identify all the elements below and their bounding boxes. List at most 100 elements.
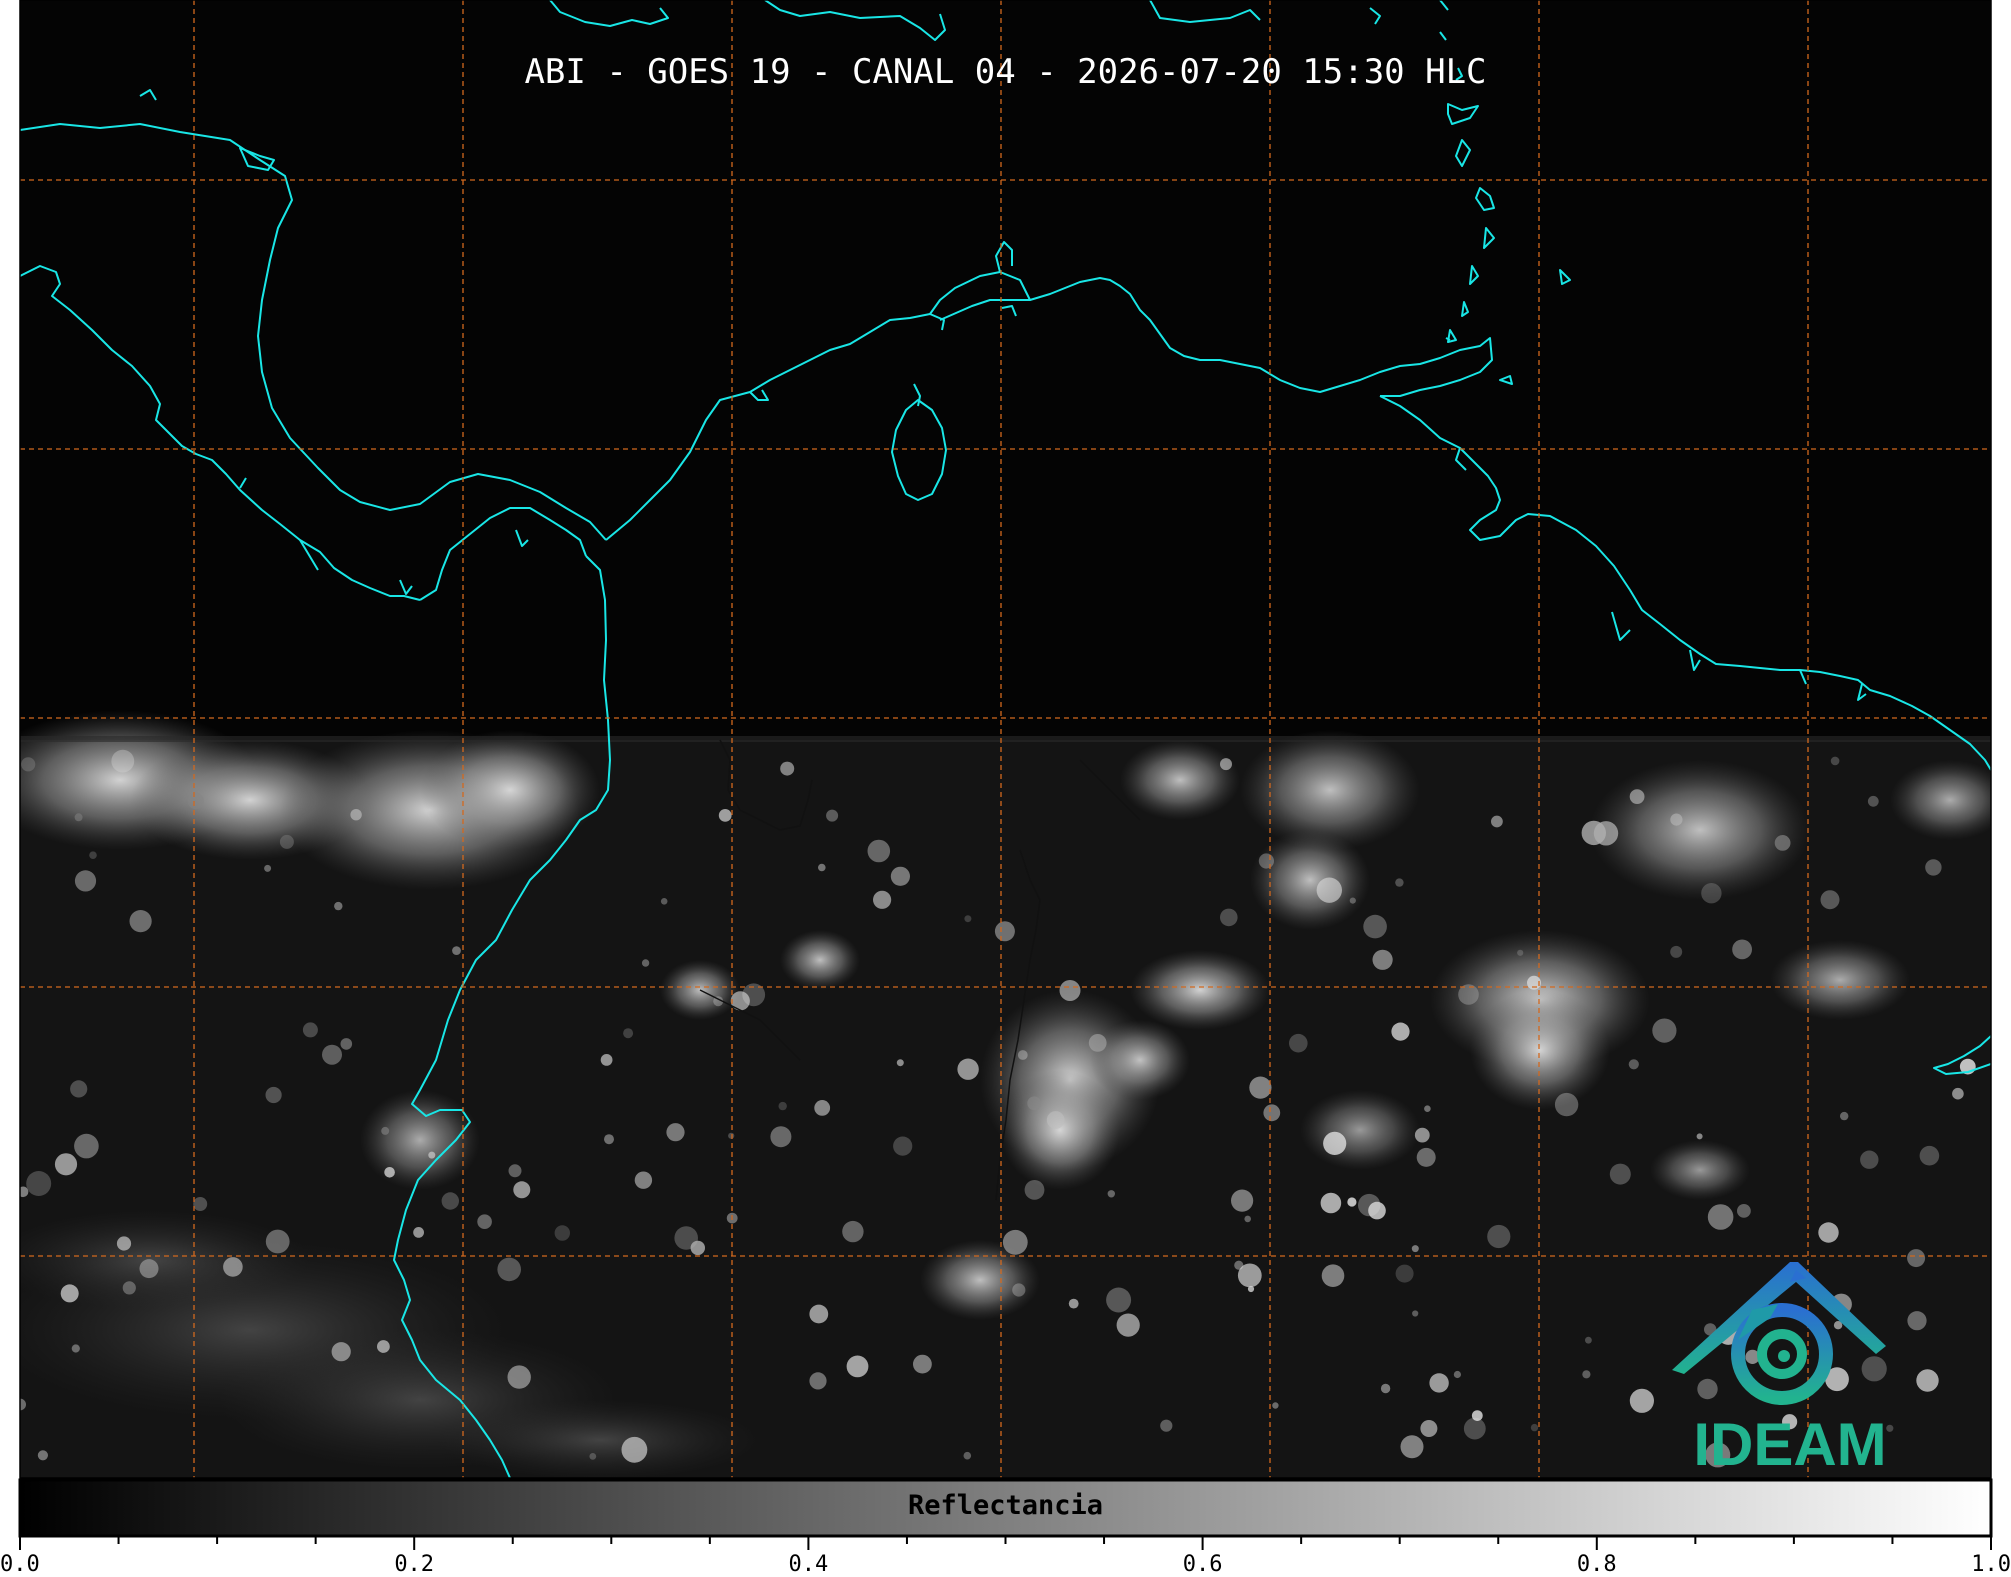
cloud-cell	[452, 946, 461, 955]
cloud-cell	[1697, 1378, 1718, 1400]
cloud-cell	[1453, 1370, 1461, 1379]
cloud-cell	[873, 890, 892, 909]
cloud-cell	[340, 1038, 353, 1050]
figure-title: ABI - GOES 19 - CANAL 04 - 2026-07-20 15…	[524, 52, 1487, 92]
cloud-cell	[718, 809, 732, 822]
cloud-cell	[1420, 1420, 1438, 1437]
cloud-cell	[1347, 1197, 1357, 1207]
cloud-cell	[1363, 914, 1387, 939]
cloud-cell	[1316, 877, 1343, 903]
cloud-cell	[1247, 1285, 1255, 1293]
cloud-cell	[111, 749, 135, 773]
cloud-cell	[1380, 1383, 1391, 1394]
cloud-cell	[413, 1227, 424, 1238]
cloud-cell	[867, 839, 891, 863]
cloud-cell	[1818, 1222, 1839, 1243]
cloud-patch	[420, 730, 600, 850]
cloud-cell	[621, 1436, 648, 1463]
cloud-cell	[1585, 1336, 1592, 1344]
cloud-cell	[1629, 789, 1645, 804]
cloud-cell	[1234, 1260, 1244, 1270]
cloud-cell	[122, 1281, 136, 1295]
cloud-cell	[381, 1126, 390, 1135]
cloud-cell	[1652, 1018, 1677, 1043]
cloud-cell	[1919, 1145, 1940, 1166]
cloud-cell	[1593, 821, 1619, 846]
cloud-cell	[842, 1220, 864, 1243]
cloud-cell	[1670, 945, 1683, 958]
cloud-cell	[690, 1240, 705, 1256]
cloud-cell	[1860, 1150, 1879, 1169]
cloud-cell	[1395, 878, 1404, 887]
cloud-cell	[264, 864, 272, 872]
cloud-cell	[1046, 1111, 1065, 1129]
colorbar-tick-label: 0.4	[788, 1552, 829, 1577]
cloud-cell	[1059, 980, 1081, 1001]
cloud-cell	[129, 910, 152, 933]
cloud-patch	[1130, 950, 1270, 1030]
cloud-cell	[193, 1197, 208, 1211]
cloud-cell	[1263, 1104, 1281, 1122]
cloud-cell	[265, 1229, 290, 1254]
cloud-cell	[1249, 1076, 1272, 1099]
cloud-cell	[1830, 756, 1840, 766]
cloud-patch	[780, 930, 860, 990]
cloud-patch	[1300, 1090, 1420, 1170]
colorbar-ticks	[19, 1536, 1992, 1550]
cloud-cell	[1017, 1050, 1028, 1060]
cloud-patch	[1590, 760, 1810, 900]
cloud-cell	[1582, 1370, 1591, 1379]
cloud-cell	[331, 1342, 351, 1362]
cloud-cell	[1916, 1369, 1939, 1392]
cloud-cell	[116, 1236, 132, 1251]
cloud-cell	[74, 870, 97, 892]
cloud-cell	[70, 1080, 88, 1098]
cloud-cell	[1395, 1264, 1414, 1283]
cloud-cell	[1840, 1111, 1849, 1121]
cloud-cell	[1107, 1190, 1116, 1198]
cloud-cell	[1701, 883, 1722, 904]
cloud-cell	[60, 1284, 79, 1303]
cloud-cell	[1220, 908, 1238, 927]
cloud-cell	[826, 809, 839, 822]
cloud-cell	[623, 1028, 634, 1039]
cloud-cell	[1323, 1131, 1347, 1155]
colorbar-tick-label: 1.0	[1971, 1552, 2011, 1577]
cloud-cell	[1391, 1022, 1410, 1041]
cloud-cell	[1487, 1224, 1511, 1249]
haze-patch	[440, 1400, 760, 1478]
cloud-cell	[1925, 859, 1942, 876]
cloud-cell	[1349, 897, 1356, 904]
cloud-cell	[1272, 1402, 1279, 1409]
colorbar-label: Reflectancia	[907, 1490, 1104, 1521]
cloud-cell	[554, 1225, 570, 1241]
cloud-cell	[139, 1259, 159, 1279]
cloud-cell	[384, 1167, 395, 1178]
cloud-cell	[896, 1059, 904, 1067]
cloud-cell	[814, 1100, 831, 1116]
cloud-cell	[497, 1257, 521, 1282]
cloud-patch	[1250, 830, 1370, 930]
cloud-cell	[1289, 1033, 1308, 1053]
cloud-cell	[54, 1153, 78, 1176]
cloud-cell	[1368, 1201, 1386, 1220]
cloud-cell	[350, 809, 362, 821]
cloud-cell	[1670, 813, 1683, 826]
cloud-cell	[809, 1372, 827, 1390]
cloud-cell	[1628, 1059, 1639, 1070]
cloud-cell	[1012, 1283, 1026, 1297]
cloud-cell	[1629, 1388, 1654, 1413]
cloud-cell	[74, 813, 83, 822]
satellite-figure: ABI - GOES 19 - CANAL 04 - 2026-07-20 15…	[0, 0, 2011, 1577]
cloud-cell	[1424, 1105, 1431, 1112]
cloud-cell	[1220, 758, 1232, 771]
cloud-cell	[600, 1054, 613, 1066]
cloud-cell	[1609, 1163, 1631, 1185]
cloud-cell	[89, 851, 97, 859]
cloud-cell	[1116, 1313, 1140, 1337]
cloud-cell	[37, 1450, 49, 1461]
cloud-cell	[818, 863, 826, 872]
colorbar-tick-label: 0.0	[0, 1552, 40, 1577]
ideam-logo-text: IDEAM	[1693, 1411, 1887, 1478]
cloud-cell	[780, 761, 795, 776]
